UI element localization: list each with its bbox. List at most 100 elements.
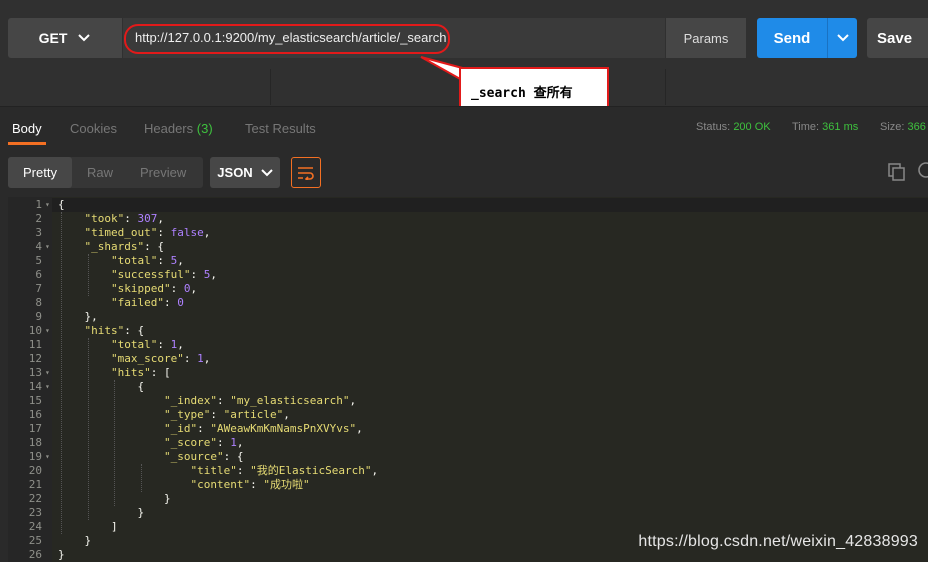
code-line: } <box>85 534 92 548</box>
response-size: Size: 366 <box>880 121 926 133</box>
json-punct: , <box>349 394 357 407</box>
json-punct: : { <box>124 324 145 337</box>
code-line: } <box>138 506 145 520</box>
tab-body[interactable]: Body <box>12 121 42 136</box>
json-punct: } <box>58 548 65 561</box>
code-line: ] <box>111 520 118 534</box>
wrap-lines-button[interactable] <box>291 157 321 188</box>
search-icon[interactable] <box>916 161 928 181</box>
json-key: "failed" <box>111 296 164 309</box>
code-line: { <box>58 198 65 212</box>
code-line: } <box>164 492 171 506</box>
line-number: 1 <box>35 198 42 211</box>
response-time: Time: 361 ms <box>792 121 858 133</box>
json-punct: , <box>236 436 244 449</box>
line-number: 15 <box>28 394 42 407</box>
fold-toggle-icon[interactable]: ▾ <box>45 366 53 380</box>
json-punct: : <box>216 436 231 449</box>
fold-toggle-icon[interactable]: ▾ <box>45 324 53 338</box>
copy-icon[interactable] <box>888 163 906 181</box>
pretty-button[interactable]: Pretty <box>8 157 72 188</box>
json-key: "skipped" <box>111 282 171 295</box>
tab-headers-label: Headers <box>144 121 194 136</box>
watermark: https://blog.csdn.net/weixin_42838993 <box>638 533 918 550</box>
code-line: "content": "成功啦" <box>191 478 310 492</box>
code-line: { <box>138 380 145 394</box>
json-punct: : [ <box>150 366 171 379</box>
json-punct: : <box>124 212 138 225</box>
json-punct: , <box>356 422 363 435</box>
active-tab-indicator <box>8 142 46 145</box>
wrap-lines-icon <box>298 166 314 180</box>
json-punct: , <box>177 254 184 267</box>
json-punct: { <box>137 380 145 393</box>
json-string: "成功啦" <box>263 478 310 491</box>
time-value: 361 ms <box>822 121 859 133</box>
line-number: 20 <box>28 464 42 477</box>
json-key: "_index" <box>164 394 217 407</box>
format-select[interactable]: JSON <box>210 157 280 188</box>
chevron-down-icon <box>836 34 849 42</box>
params-button[interactable]: Params <box>666 18 746 58</box>
json-number: 1 <box>197 352 204 365</box>
json-key: "_shards" <box>84 240 145 253</box>
json-punct: : <box>163 296 178 309</box>
save-button[interactable]: Save <box>867 18 928 58</box>
method-select[interactable]: GET <box>8 18 122 58</box>
preview-button[interactable]: Preview <box>140 157 186 188</box>
send-button[interactable]: Send <box>757 18 827 58</box>
divider <box>270 69 271 105</box>
status-value: 200 OK <box>733 121 771 133</box>
json-punct: : <box>236 464 251 477</box>
tab-test-results[interactable]: Test Results <box>245 121 316 136</box>
line-number: 26 <box>28 548 42 561</box>
tab-headers[interactable]: Headers (3) <box>144 121 213 136</box>
json-key: "total" <box>111 254 158 267</box>
code-line: "failed": 0 <box>111 296 184 310</box>
headers-count: (3) <box>196 121 213 136</box>
status-label: Status: <box>696 121 731 133</box>
code-line: "total": 5, <box>111 254 184 268</box>
code-line: "took": 307, <box>85 212 165 226</box>
json-string: "article" <box>223 408 284 421</box>
json-key: "timed_out" <box>84 226 158 239</box>
code-line: "_source": { <box>164 450 243 464</box>
active-line-highlight <box>52 198 928 212</box>
code-line: }, <box>85 310 98 324</box>
json-key: "title" <box>190 464 237 477</box>
json-punct: : <box>157 338 171 351</box>
code-line: "_id": "AWeawKmKmNamsPnXVYvs", <box>164 422 363 436</box>
time-label: Time: <box>792 121 820 133</box>
fold-toggle-icon[interactable]: ▾ <box>45 380 53 394</box>
json-number: 307 <box>137 212 158 225</box>
json-punct: : <box>183 352 198 365</box>
json-key: "hits" <box>111 366 151 379</box>
line-number: 10 <box>28 324 42 337</box>
json-punct: : <box>197 422 211 435</box>
url-highlight-ring <box>124 24 450 54</box>
indent-guide <box>114 380 115 506</box>
code-line: "total": 1, <box>111 338 184 352</box>
code-line: "max_score": 1, <box>111 352 210 366</box>
json-punct: , <box>177 338 184 351</box>
line-number: 5 <box>35 254 42 267</box>
method-label: GET <box>38 30 68 46</box>
line-number: 9 <box>35 310 42 323</box>
json-key: "took" <box>84 212 125 225</box>
json-string: "my_elasticsearch" <box>230 394 350 407</box>
code-line: "skipped": 0, <box>111 282 197 296</box>
send-options-button[interactable] <box>827 18 857 58</box>
size-label: Size: <box>880 121 905 133</box>
json-key: "_type" <box>164 408 211 421</box>
json-key: "total" <box>111 338 158 351</box>
code-line: "timed_out": false, <box>85 226 211 240</box>
line-number: 17 <box>28 422 42 435</box>
json-number: false <box>170 226 204 239</box>
json-string: "AWeawKmKmNamsPnXVYvs" <box>210 422 357 435</box>
fold-toggle-icon[interactable]: ▾ <box>45 198 53 212</box>
fold-toggle-icon[interactable]: ▾ <box>45 450 53 464</box>
raw-button[interactable]: Raw <box>87 157 113 188</box>
fold-toggle-icon[interactable]: ▾ <box>45 240 53 254</box>
line-number: 8 <box>35 296 42 309</box>
tab-cookies[interactable]: Cookies <box>70 121 117 136</box>
